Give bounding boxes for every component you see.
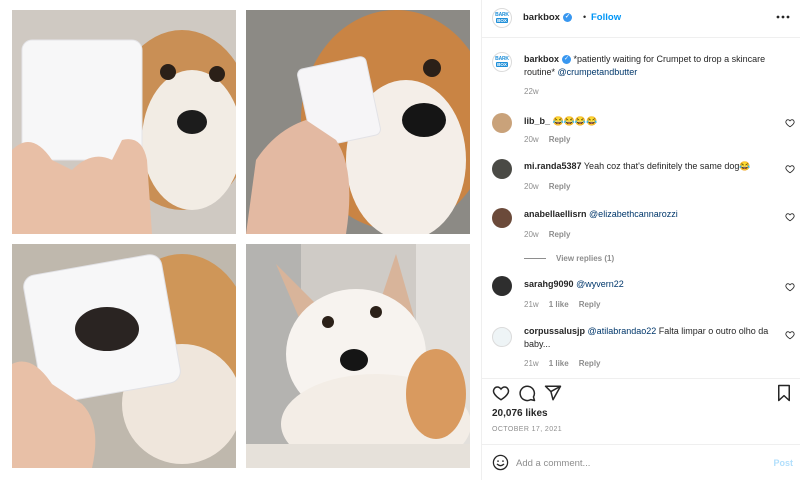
author-avatar[interactable]: BARK BOX (492, 8, 512, 28)
comment-meta: 20w Reply (524, 135, 580, 144)
post-panel: BARK BOX barkbox ✓ • Follow BARK BOX bark… (481, 0, 800, 480)
caption-username[interactable]: barkbox (524, 54, 559, 64)
comment-body: corpussalusjp @atilabrandao22 Falta limp… (524, 325, 774, 351)
reply-button[interactable]: Reply (579, 359, 601, 368)
comment-text: 😂😂😂😂 (550, 116, 598, 126)
reply-button[interactable]: Reply (549, 230, 571, 239)
caption-avatar[interactable]: BARK BOX (492, 52, 512, 72)
photo-used-cotton-pad (12, 244, 236, 468)
replies-divider-line (524, 258, 546, 260)
caption-timestamp[interactable]: 22w (524, 87, 539, 96)
comment-mention[interactable]: @wyvern22 (576, 279, 624, 289)
comment-meta: 21w 1 like Reply (524, 359, 611, 368)
comment-body: mi.randa5387 Yeah coz that's definitely … (524, 160, 774, 173)
comment-like-heart-icon[interactable] (785, 330, 795, 340)
commenter-username[interactable]: corpussalusjp (524, 326, 585, 336)
commenter-avatar[interactable] (492, 327, 512, 347)
view-replies-label[interactable]: View replies (1) (556, 254, 614, 263)
comment-likes-count[interactable]: 1 like (549, 300, 569, 309)
post-comment-button[interactable]: Post (773, 458, 793, 468)
comment-time[interactable]: 20w (524, 135, 539, 144)
comment-text: Yeah coz that's definitely the same dog😂 (581, 161, 751, 171)
more-options-icon[interactable] (775, 9, 791, 25)
author-username-block[interactable]: barkbox ✓ (523, 12, 572, 23)
view-replies-button[interactable]: View replies (1) (524, 254, 614, 263)
author-username[interactable]: barkbox (523, 12, 560, 23)
comment-meta: 21w 1 like Reply (524, 300, 611, 309)
photo-corgi-cotton-pad-2 (246, 10, 470, 234)
post-date[interactable]: OCTOBER 17, 2021 (492, 426, 562, 433)
comment-mention[interactable]: @atilabrandao22 (588, 326, 657, 336)
separator-dot: • (583, 12, 587, 22)
comment-body: sarahg9090 @wyvern22 (524, 278, 774, 291)
verified-badge-icon: ✓ (562, 55, 572, 65)
commenter-avatar[interactable] (492, 159, 512, 179)
commenter-username[interactable]: mi.randa5387 (524, 161, 582, 171)
comment-likes-count[interactable]: 1 like (549, 359, 569, 368)
commenter-username[interactable]: sarahg9090 (524, 279, 574, 289)
share-icon[interactable] (544, 384, 562, 402)
comment-body: lib_b_ 😂😂😂😂 (524, 115, 774, 128)
comment-time[interactable]: 21w (524, 300, 539, 309)
photo-corgi-cotton-pad-1 (12, 10, 236, 234)
comment-like-heart-icon[interactable] (785, 282, 795, 292)
comment-mention[interactable]: @elizabethcannarozzi (589, 209, 678, 219)
comment-time[interactable]: 20w (524, 230, 539, 239)
comment-body: anabellaellisrn @elizabethcannarozzi (524, 208, 774, 221)
reply-button[interactable]: Reply (579, 300, 601, 309)
post-caption: barkbox ✓ *patiently waiting for Crumpet … (524, 53, 774, 79)
comment-meta: 20w Reply (524, 182, 580, 191)
follow-button[interactable]: Follow (591, 12, 621, 23)
post-actions-bar (482, 378, 800, 408)
comment-time[interactable]: 20w (524, 182, 539, 191)
add-comment-bar: Post (482, 444, 800, 480)
verified-badge-icon: ✓ (562, 12, 572, 22)
reply-button[interactable]: Reply (549, 182, 571, 191)
comment-like-heart-icon[interactable] (785, 212, 795, 222)
emoji-icon[interactable] (492, 454, 509, 471)
comments-list[interactable]: BARK BOX barkbox ✓ *patiently waiting for… (482, 38, 800, 378)
commenter-avatar[interactable] (492, 113, 512, 133)
bookmark-icon[interactable] (775, 384, 793, 402)
comment-icon[interactable] (518, 384, 536, 402)
commenter-avatar[interactable] (492, 208, 512, 228)
heart-icon[interactable] (492, 384, 510, 402)
comment-input[interactable] (516, 453, 756, 473)
likes-count[interactable]: 20,076 likes (492, 408, 548, 419)
photo-white-corgi (246, 244, 470, 468)
logo-text-bottom: BOX (496, 18, 508, 23)
comment-like-heart-icon[interactable] (785, 164, 795, 174)
reply-button[interactable]: Reply (549, 135, 571, 144)
post-media[interactable] (0, 0, 481, 480)
comment-meta: 20w Reply (524, 230, 580, 239)
commenter-username[interactable]: lib_b_ (524, 116, 550, 126)
caption-mention[interactable]: @crumpetandbutter (558, 67, 638, 77)
comment-time[interactable]: 21w (524, 359, 539, 368)
commenter-username[interactable]: anabellaellisrn (524, 209, 587, 219)
logo-text-bottom: BOX (496, 62, 508, 67)
comment-like-heart-icon[interactable] (785, 118, 795, 128)
commenter-avatar[interactable] (492, 276, 512, 296)
post-header: BARK BOX barkbox ✓ • Follow (482, 0, 800, 38)
